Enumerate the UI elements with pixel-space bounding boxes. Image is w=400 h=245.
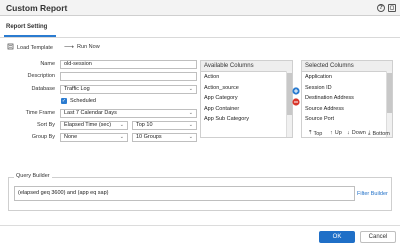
move-down-label: Down xyxy=(351,130,366,136)
sort-top-value: Top 10 xyxy=(136,122,153,128)
description-label: Description xyxy=(27,73,55,79)
chevron-down-icon: ⌄ xyxy=(119,134,124,140)
database-label: Database xyxy=(31,86,55,92)
add-column-icon[interactable] xyxy=(292,87,300,95)
move-bottom-button[interactable]: ⤓ Bottom xyxy=(368,130,390,137)
run-now-button[interactable]: ⟶ Run Now xyxy=(64,43,100,51)
list-item[interactable]: App Category xyxy=(201,93,292,104)
database-value: Traffic Log xyxy=(64,86,90,92)
query-builder-label: Query Builder xyxy=(14,173,52,179)
remove-column-icon[interactable] xyxy=(292,98,300,106)
time-frame-value: Last 7 Calendar Days xyxy=(64,110,117,116)
load-template-label: Load Template xyxy=(17,44,53,51)
load-template-icon xyxy=(7,43,14,52)
run-now-icon: ⟶ xyxy=(64,44,75,51)
footer-divider xyxy=(0,225,400,226)
list-item[interactable]: Source Address xyxy=(302,104,392,115)
list-item[interactable]: App Sub Category xyxy=(201,114,292,125)
list-item[interactable]: App Container xyxy=(201,104,292,115)
scheduled-label: Scheduled xyxy=(70,98,96,104)
list-item[interactable]: Destination Address xyxy=(302,93,392,104)
group-count-select[interactable]: 10 Groups ⌄ xyxy=(132,133,197,142)
group-by-label: Group By xyxy=(31,134,55,140)
scrollbar-thumb[interactable] xyxy=(387,73,392,113)
scheduled-checkbox[interactable]: ✓ xyxy=(61,98,67,104)
list-item[interactable]: Session ID xyxy=(302,83,392,94)
run-now-label: Run Now xyxy=(77,44,100,50)
list-item[interactable]: Action xyxy=(201,72,292,83)
name-field[interactable]: old-session xyxy=(60,60,197,69)
arrow-down-icon: ↓ xyxy=(347,130,350,136)
sort-by-value: Elapsed Time (sec) xyxy=(64,122,112,128)
move-down-button[interactable]: ↓ Down xyxy=(347,130,366,136)
arrow-up-icon: ↑ xyxy=(330,130,333,136)
group-by-select[interactable]: None ⌄ xyxy=(60,133,128,142)
tab-report-setting[interactable]: Report Setting xyxy=(6,24,47,30)
move-up-label: Up xyxy=(334,130,342,136)
database-select[interactable]: Traffic Log ⌄ xyxy=(60,85,197,94)
arrow-top-icon: ⤒ xyxy=(309,130,312,136)
ok-button[interactable]: OK xyxy=(319,231,355,243)
tab-divider xyxy=(0,37,400,38)
chevron-down-icon: ⌄ xyxy=(119,122,124,128)
load-template-button[interactable]: Load Template xyxy=(7,43,53,52)
chevron-down-icon: ⌄ xyxy=(188,110,193,116)
list-item[interactable]: Application xyxy=(302,72,392,83)
list-item[interactable]: Action_source xyxy=(201,83,292,94)
move-top-button[interactable]: ⤒ Top xyxy=(309,130,322,137)
list-item[interactable]: Source Port xyxy=(302,114,392,125)
sort-by-label: Sort By xyxy=(36,122,55,128)
group-count-value: 10 Groups xyxy=(136,134,162,140)
description-field[interactable] xyxy=(60,72,197,81)
cancel-button[interactable]: Cancel xyxy=(360,231,396,243)
time-frame-select[interactable]: Last 7 Calendar Days ⌄ xyxy=(60,109,197,118)
sort-by-select[interactable]: Elapsed Time (sec) ⌄ xyxy=(60,121,128,130)
help-icon[interactable]: ? xyxy=(377,4,385,12)
arrow-bottom-icon: ⤓ xyxy=(368,130,371,136)
group-by-value: None xyxy=(64,134,78,140)
available-columns-header: Available Columns xyxy=(201,61,292,72)
time-frame-label: Time Frame xyxy=(25,110,55,116)
chevron-down-icon: ⌄ xyxy=(188,134,193,140)
move-bottom-label: Bottom xyxy=(372,130,390,137)
selected-columns-scrollbar[interactable] xyxy=(386,71,392,137)
selected-columns-header: Selected Columns xyxy=(302,61,392,72)
maximize-icon[interactable]: ▢ xyxy=(388,4,396,12)
move-top-label: Top xyxy=(313,130,323,137)
available-columns-panel: Available Columns Action Action_source A… xyxy=(200,60,293,138)
chevron-down-icon: ⌄ xyxy=(188,122,193,128)
query-input[interactable]: (elapsed geq 3600) and (app eq sap) xyxy=(14,186,355,201)
filter-builder-link[interactable]: Filter Builder xyxy=(357,191,388,197)
name-label: Name xyxy=(40,61,55,67)
move-up-button[interactable]: ↑ Up xyxy=(330,130,342,136)
sort-top-select[interactable]: Top 10 ⌄ xyxy=(132,121,197,130)
selected-columns-panel: Selected Columns Application Session ID … xyxy=(301,60,393,138)
window-title: Custom Report xyxy=(6,3,68,13)
chevron-down-icon: ⌄ xyxy=(188,86,193,92)
